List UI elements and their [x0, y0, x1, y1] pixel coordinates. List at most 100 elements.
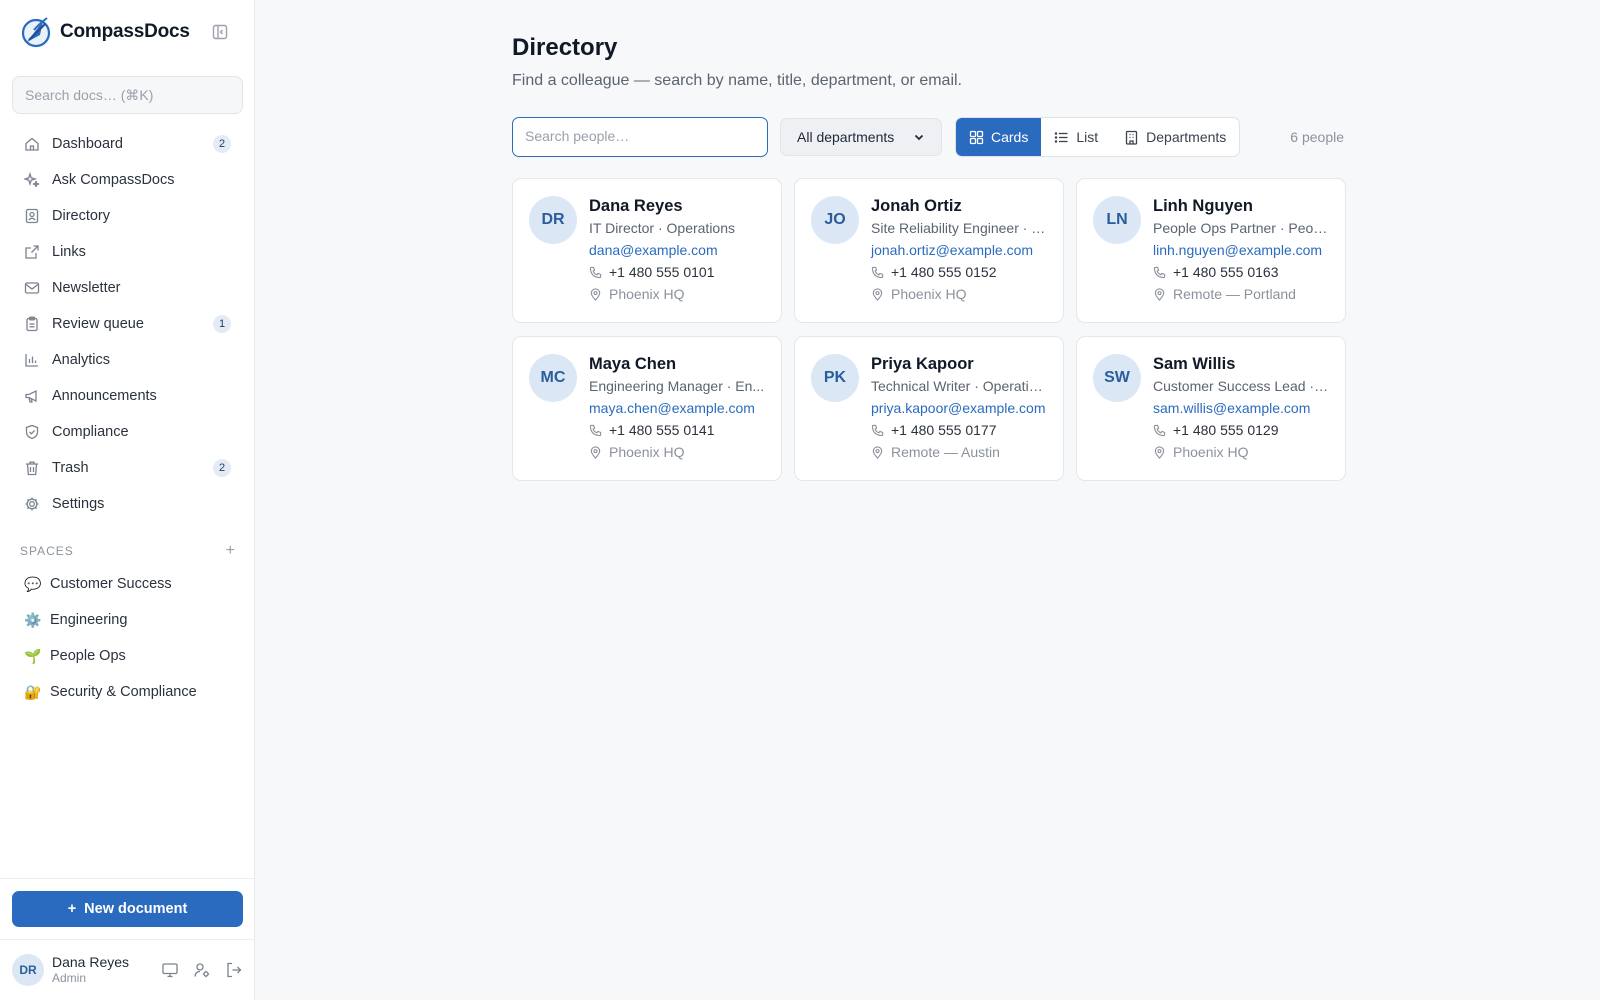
space-label: Engineering	[50, 612, 128, 628]
person-email-link[interactable]: dana@example.com	[589, 239, 765, 261]
person-phone-row: +1 480 555 0101	[589, 261, 765, 283]
sidebar-item-announcements[interactable]: Announcements	[12, 378, 243, 414]
person-title: People Ops Partner · Peopl...	[1153, 220, 1329, 236]
spaces-heading-label: SPACES	[20, 544, 74, 558]
person-card[interactable]: MC Maya Chen Engineering Manager · En...…	[512, 336, 782, 481]
space-item-security-compliance[interactable]: 🔐 Security & Compliance	[12, 674, 243, 710]
person-phone-row: +1 480 555 0163	[1153, 261, 1329, 283]
sidebar-item-label: Newsletter	[52, 280, 121, 296]
avatar: JO	[811, 196, 859, 244]
sidebar-item-directory[interactable]: Directory	[12, 198, 243, 234]
brand[interactable]: CompassDocs	[20, 14, 190, 50]
add-space-button[interactable]: +	[226, 542, 235, 560]
person-card[interactable]: PK Priya Kapoor Technical Writer · Opera…	[794, 336, 1064, 481]
person-card[interactable]: DR Dana Reyes IT Director · Operations d…	[512, 178, 782, 323]
map-pin-icon	[872, 445, 883, 459]
person-name: Priya Kapoor	[871, 355, 974, 373]
directory-toolbar: Search people… All departments Cards Lis…	[512, 117, 1344, 157]
view-cards-button[interactable]: Cards	[956, 118, 1042, 156]
person-email-link[interactable]: linh.nguyen@example.com	[1153, 239, 1329, 261]
map-pin-icon	[590, 445, 601, 459]
person-title: Technical Writer · Operatio...	[871, 378, 1047, 394]
avatar: LN	[1093, 196, 1141, 244]
megaphone-icon	[25, 389, 37, 403]
sidebar-item-label: Review queue	[52, 316, 144, 332]
user-settings-icon[interactable]	[193, 961, 211, 979]
sidebar-item-label: Ask CompassDocs	[52, 172, 175, 188]
people-search-input[interactable]: Search people…	[512, 117, 768, 157]
person-phone[interactable]: +1 480 555 0129	[1173, 419, 1279, 441]
person-email-link[interactable]: priya.kapoor@example.com	[871, 397, 1047, 419]
user-profile: DR Dana Reyes Admin	[12, 953, 243, 987]
compass-logo-icon	[21, 17, 51, 48]
person-email-link[interactable]: maya.chen@example.com	[589, 397, 765, 419]
space-item-people-ops[interactable]: 🌱 People Ops	[12, 638, 243, 674]
space-label: People Ops	[50, 648, 126, 664]
person-phone[interactable]: +1 480 555 0101	[609, 261, 715, 283]
count-badge: 1	[213, 315, 231, 333]
avatar[interactable]: DR	[12, 954, 44, 986]
sidebar-item-label: Links	[52, 244, 86, 260]
space-label: Security & Compliance	[50, 684, 197, 700]
people-grid: DR Dana Reyes IT Director · Operations d…	[512, 178, 1346, 481]
new-document-button[interactable]: + New document	[12, 891, 243, 927]
space-item-customer-success[interactable]: 💬 Customer Success	[12, 566, 243, 602]
docs-search-input[interactable]: Search docs… (⌘K)	[12, 76, 243, 114]
sidebar-item-label: Trash	[52, 460, 89, 476]
avatar: DR	[529, 196, 577, 244]
logout-icon[interactable]	[225, 961, 243, 979]
sidebar-item-review-queue[interactable]: Review queue 1	[12, 306, 243, 342]
view-list-button[interactable]: List	[1041, 118, 1111, 156]
person-location: Phoenix HQ	[891, 286, 967, 302]
contact-book-icon	[25, 208, 39, 224]
person-card[interactable]: JO Jonah Ortiz Site Reliability Engineer…	[794, 178, 1064, 323]
person-title: Customer Success Lead · ...	[1153, 378, 1329, 394]
space-item-engineering[interactable]: ⚙️ Engineering	[12, 602, 243, 638]
divider	[0, 878, 255, 879]
person-email-link[interactable]: sam.willis@example.com	[1153, 397, 1329, 419]
phone-icon	[871, 266, 884, 278]
person-phone[interactable]: +1 480 555 0163	[1173, 261, 1279, 283]
person-name: Dana Reyes	[589, 197, 683, 215]
person-phone-row: +1 480 555 0177	[871, 419, 1047, 441]
people-count: 6 people	[1290, 129, 1344, 145]
department-filter-select[interactable]: All departments	[780, 118, 942, 156]
person-phone[interactable]: +1 480 555 0141	[609, 419, 715, 441]
count-badge: 2	[213, 459, 231, 477]
sidebar-item-newsletter[interactable]: Newsletter	[12, 270, 243, 306]
person-title: Site Reliability Engineer · E...	[871, 220, 1047, 236]
sidebar-item-ask[interactable]: Ask CompassDocs	[12, 162, 243, 198]
person-phone[interactable]: +1 480 555 0152	[891, 261, 997, 283]
person-location-row: Phoenix HQ	[589, 441, 765, 463]
home-icon	[25, 137, 39, 151]
department-filter-value: All departments	[797, 129, 895, 145]
sidebar-item-compliance[interactable]: Compliance	[12, 414, 243, 450]
person-name: Jonah Ortiz	[871, 197, 962, 215]
person-email-link[interactable]: jonah.ortiz@example.com	[871, 239, 1047, 261]
person-location: Remote — Portland	[1173, 286, 1296, 302]
person-name: Linh Nguyen	[1153, 197, 1253, 215]
map-pin-icon	[872, 287, 883, 301]
sidebar-item-settings[interactable]: Settings	[12, 486, 243, 522]
sidebar-item-dashboard[interactable]: Dashboard 2	[12, 126, 243, 162]
sidebar-item-trash[interactable]: Trash 2	[12, 450, 243, 486]
chevron-down-icon	[914, 134, 924, 141]
sidebar-item-label: Announcements	[52, 388, 157, 404]
person-location: Phoenix HQ	[1173, 444, 1249, 460]
sidebar-item-label: Settings	[52, 496, 105, 512]
map-pin-icon	[1154, 445, 1165, 459]
person-phone[interactable]: +1 480 555 0177	[891, 419, 997, 441]
person-location-row: Phoenix HQ	[871, 283, 1047, 305]
person-title: Engineering Manager · En...	[589, 378, 765, 394]
view-departments-button[interactable]: Departments	[1111, 118, 1239, 156]
monitor-icon[interactable]	[161, 961, 179, 979]
person-card[interactable]: SW Sam Willis Customer Success Lead · ..…	[1076, 336, 1346, 481]
person-card[interactable]: LN Linh Nguyen People Ops Partner · Peop…	[1076, 178, 1346, 323]
sidebar-item-analytics[interactable]: Analytics	[12, 342, 243, 378]
spaces-heading: SPACES +	[20, 542, 235, 560]
sidebar-item-links[interactable]: Links	[12, 234, 243, 270]
external-link-icon	[25, 245, 39, 259]
building-icon	[1126, 130, 1138, 145]
person-location: Phoenix HQ	[609, 444, 685, 460]
sidebar-collapse-icon[interactable]	[212, 24, 228, 40]
